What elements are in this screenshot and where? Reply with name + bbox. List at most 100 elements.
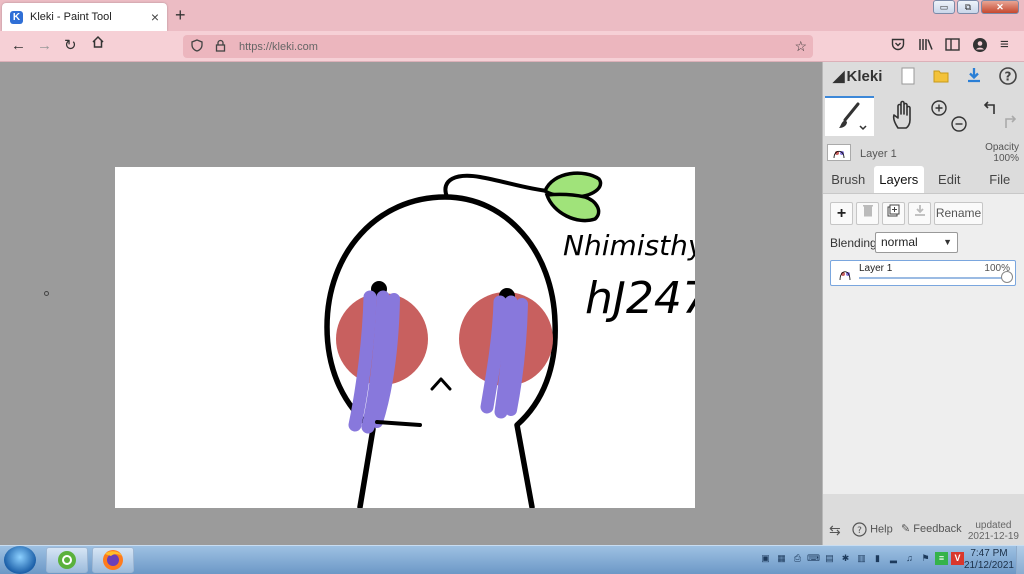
delete-layer-button[interactable] [856,202,879,225]
ccleaner-icon [58,551,76,569]
new-tab-button[interactable]: + [175,5,186,25]
current-layer-info: Layer 1 Opacity 100% [823,140,1024,166]
brush-tool-button[interactable] [825,96,874,136]
layer-list-item[interactable]: Layer 1 100% [830,260,1016,286]
forward-arrow-icon[interactable]: → [37,37,52,55]
tab-close-icon[interactable]: × [151,10,159,24]
help-link[interactable]: ? Help [852,522,893,537]
trash-icon [862,205,873,217]
system-tray: ▣ ▦ ⎙ ⌨ ▤ ✱ ▥ ▮ ▂ ♫ ⚑ ≡ V [759,552,964,565]
show-desktop-button[interactable] [1016,546,1024,574]
signal-icon[interactable]: ▂ [887,552,900,565]
layer-thumbnail [827,144,851,161]
download-icon[interactable] [966,67,984,85]
duplicate-icon [887,204,900,217]
drawing-canvas[interactable]: Nhimisthy hJ247 [115,167,695,508]
kleki-brand: Kleki [846,67,883,85]
opacity-display: Opacity 100% [985,142,1019,164]
redo-icon[interactable] [1001,114,1017,133]
keyboard-icon[interactable]: ⌨ [807,552,820,565]
blending-select[interactable]: normal ▼ [875,232,958,253]
layer-opacity-handle[interactable] [1001,271,1013,283]
tab-layers[interactable]: Layers [873,166,924,193]
lock-icon [215,39,231,55]
home-icon[interactable] [91,35,105,54]
swap-sides-icon[interactable]: ⇆ [829,522,841,539]
feedback-link[interactable]: ✎ Feedback [901,522,962,535]
browser-tab-strip: K Kleki - Paint Tool × + ▭ ⧉ ✕ [0,0,1024,31]
network-tray-icon[interactable]: ▥ [855,552,868,565]
zalo-icon[interactable]: ▣ [759,552,772,565]
tool-row [823,96,1024,136]
svg-text:?: ? [1005,70,1012,84]
kleki-side-panel: ◢ Kleki ? Layer 1 Opacity 100% Brush Lay… [822,62,1024,545]
kleki-header: ◢ Kleki ? [823,62,1024,90]
hand-tool-button[interactable] [883,100,923,140]
teams-icon[interactable]: ▦ [775,552,788,565]
account-icon[interactable] [972,37,988,58]
library-icon[interactable] [918,38,934,56]
panel-tabs: Brush Layers Edit File [823,166,1024,194]
kleki-logo-icon: ◢ [833,68,845,85]
merge-down-icon [914,205,925,216]
panel-footer: ⇆ ? Help ✎ Feedback updated 2021-12-19 [823,517,1024,545]
tab-title: Kleki - Paint Tool [30,11,112,23]
address-bar[interactable]: https://kleki.com ☆ [183,35,813,58]
start-button[interactable] [4,546,36,574]
shield-icon [191,38,207,55]
sidebar-icon[interactable] [945,38,960,56]
window-controls: ▭ ⧉ ✕ [933,0,1019,14]
layer-item-name: Layer 1 [859,263,893,274]
brush-icon [838,102,867,131]
help-circle-icon[interactable]: ? [999,67,1017,85]
add-layer-button[interactable]: + [830,202,853,225]
browser-tab-kleki[interactable]: K Kleki - Paint Tool × [2,3,167,31]
new-image-icon[interactable] [901,67,919,85]
tab-brush[interactable]: Brush [823,166,874,193]
pencil-icon: ✎ [901,523,911,535]
blending-label: Blending [830,236,877,250]
open-folder-icon[interactable] [933,67,951,85]
flag-icon[interactable]: ⚑ [919,552,932,565]
handwriting-line-1: Nhimisthy [563,229,695,262]
duplicate-layer-button[interactable] [882,202,905,225]
tab-file[interactable]: File [975,166,1024,193]
vietkey-icon[interactable]: V [951,552,964,565]
tab-edit[interactable]: Edit [924,166,975,193]
rename-layer-button[interactable]: Rename [934,202,983,225]
canvas-workspace[interactable]: Nhimisthy hJ247 [0,62,822,545]
minimize-button[interactable]: ▭ [933,0,955,14]
back-arrow-icon[interactable]: ← [11,37,26,55]
pocket-icon[interactable] [891,38,905,56]
battery-icon[interactable]: ▮ [871,552,884,565]
taskbar-app-ccleaner[interactable] [46,547,88,573]
merge-layer-button[interactable] [908,202,931,225]
green-app-icon[interactable]: ≡ [935,552,948,565]
current-layer-name: Layer 1 [860,148,897,160]
zoom-in-icon[interactable] [931,100,947,119]
taskbar-app-firefox[interactable] [92,547,134,573]
printer-icon[interactable]: ⎙ [791,552,804,565]
brush-cursor [44,291,49,296]
undo-icon[interactable] [983,100,999,119]
bluetooth-icon[interactable]: ✱ [839,552,852,565]
layer-opacity-slider[interactable] [859,277,1009,279]
windows-taskbar: ▣ ▦ ⎙ ⌨ ▤ ✱ ▥ ▮ ▂ ♫ ⚑ ≡ V 7:47 PM 21/12/… [0,545,1024,574]
help-icon: ? [852,522,867,537]
menu-icon[interactable]: ≡ [1000,36,1009,54]
reload-icon[interactable]: ↻ [64,37,77,55]
restore-button[interactable]: ⧉ [957,0,979,14]
volume-icon[interactable]: ♫ [903,552,916,565]
tray-app-icon[interactable]: ▤ [823,552,836,565]
chevron-down-icon: ▼ [943,237,952,247]
kleki-favicon-icon: K [10,10,23,24]
layers-tab-body: + Rename Blending normal ▼ Layer 1 100% [823,194,1024,494]
updated-info: updated 2021-12-19 [967,520,1019,542]
url-text: https://kleki.com [239,40,318,53]
zoom-out-icon[interactable] [951,116,967,135]
handwriting-line-2: hJ247 [585,273,695,324]
bookmark-star-icon[interactable]: ☆ [794,38,807,55]
navigation-toolbar: ← → ↻ https://kleki.com ☆ ≡ [0,31,1024,62]
taskbar-clock[interactable]: 7:47 PM 21/12/2021 [964,548,1014,572]
close-window-button[interactable]: ✕ [981,0,1019,14]
